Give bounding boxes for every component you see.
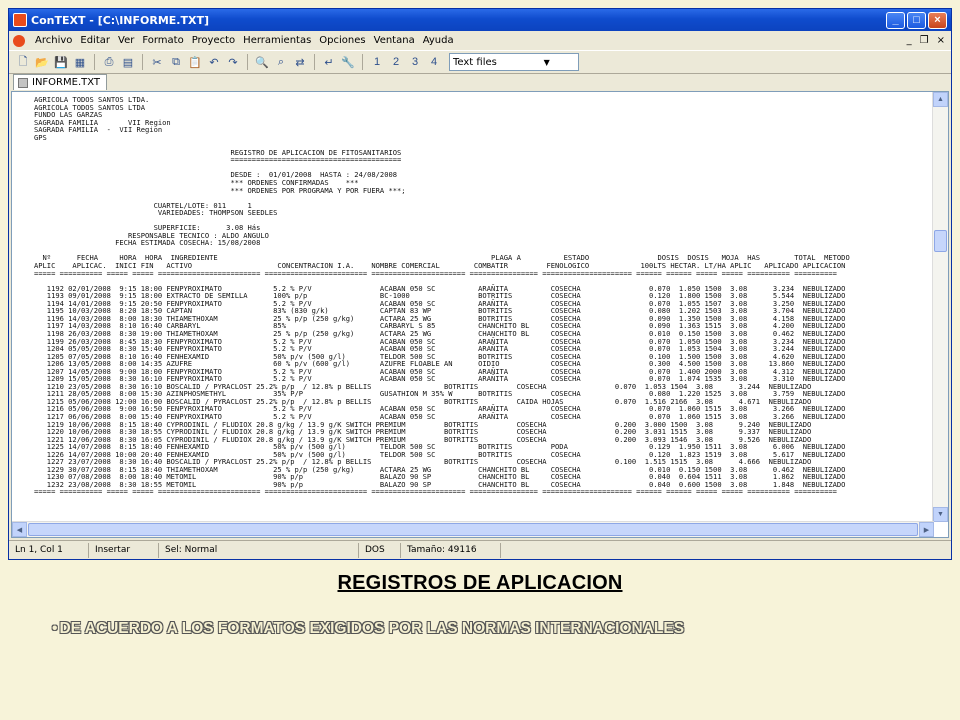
toolbar-separator	[362, 54, 363, 70]
document-menu-icon[interactable]	[13, 34, 25, 47]
paste-icon[interactable]: 📋	[187, 54, 203, 70]
bullet-mark: •	[52, 620, 58, 637]
toolbar-separator	[314, 54, 315, 70]
cursor-position: Ln 1, Col 1	[9, 542, 89, 558]
tools-icon[interactable]: 🔧	[340, 54, 356, 70]
selection-mode: Sel: Normal	[159, 542, 359, 558]
document-line: VARIEDADES: THOMPSON SEEDLES	[34, 208, 278, 218]
document-line: GPS	[34, 132, 47, 142]
app-icon	[13, 13, 27, 27]
app-window: ConTEXT - [C:\INFORME.TXT] _ □ × Archivo…	[8, 8, 952, 560]
slide-bullet: • DE ACUERDO A LOS FORMATOS EXIGIDOS POR …	[52, 620, 684, 638]
replace-icon[interactable]: ⇄	[292, 54, 308, 70]
document-text[interactable]: AGRICOLA TODOS SANTOS LTDA. AGRICOLA TODO…	[34, 96, 932, 522]
file-type-select[interactable]: Text files ▼	[449, 53, 579, 71]
highlighter-4-icon[interactable]: 4	[426, 54, 442, 70]
save-icon[interactable]: 💾	[53, 54, 69, 70]
print-preview-icon[interactable]: ▤	[120, 54, 136, 70]
tab-label: INFORME.TXT	[32, 77, 101, 88]
menu-ver[interactable]: Ver	[114, 35, 138, 46]
document-tabs: INFORME.TXT	[9, 74, 951, 90]
cut-icon[interactable]: ✂	[149, 54, 165, 70]
status-bar: Ln 1, Col 1 Insertar Sel: Normal DOS Tam…	[9, 540, 951, 559]
toolbar-separator	[142, 54, 143, 70]
document-line: SAGRADA FAMILIA VII Region	[34, 117, 171, 127]
mdi-minimize-button[interactable]: _	[907, 35, 912, 46]
slide-heading: REGISTROS DE APLICACION	[337, 572, 623, 594]
redo-icon[interactable]: ↷	[225, 54, 241, 70]
scroll-left-icon[interactable]: ◀	[12, 522, 27, 537]
file-size: Tamaño: 49116	[401, 542, 501, 558]
menu-formato[interactable]: Formato	[138, 35, 187, 46]
line-ending-format: DOS	[359, 542, 401, 558]
mdi-restore-button[interactable]: ❐	[920, 35, 929, 46]
toolbar-separator	[247, 54, 248, 70]
text-file-icon	[18, 77, 28, 88]
toolbar: 🗋 📂 💾 ▦ ⎙ ▤ ✂ ⧉ 📋 ↶ ↷ 🔍 ⌕ ⇄ ↵ 🔧 1 2 3 4 …	[9, 50, 951, 74]
open-folder-icon[interactable]: 📂	[34, 54, 50, 70]
menu-herramientas[interactable]: Herramientas	[239, 35, 315, 46]
document-line: SAGRADA FAMILIA - VII Region	[34, 125, 163, 135]
minimize-button[interactable]: _	[886, 11, 905, 29]
horizontal-scroll-thumb[interactable]	[28, 523, 918, 536]
menu-opciones[interactable]: Opciones	[315, 35, 369, 46]
menu-ventana[interactable]: Ventana	[370, 35, 419, 46]
horizontal-scrollbar[interactable]: ◀ ▶	[12, 521, 934, 537]
document-line: ===== ========== ===== ===== ===========…	[34, 487, 837, 497]
menu-archivo[interactable]: Archivo	[31, 35, 76, 46]
menu-bar: Archivo Editar Ver Formato Proyecto Herr…	[9, 31, 951, 50]
window-title: ConTEXT - [C:\INFORME.TXT]	[31, 13, 209, 27]
copy-icon[interactable]: ⧉	[168, 54, 184, 70]
document-line: FECHA ESTIMADA COSECHA: 15/08/2008	[34, 238, 261, 248]
menu-ayuda[interactable]: Ayuda	[419, 35, 458, 46]
new-file-icon[interactable]: 🗋	[15, 54, 31, 70]
menu-editar[interactable]: Editar	[76, 35, 114, 46]
document-line: ========================================	[34, 155, 402, 165]
highlighter-3-icon[interactable]: 3	[407, 54, 423, 70]
tab-informe[interactable]: INFORME.TXT	[13, 74, 108, 90]
highlighter-2-icon[interactable]: 2	[388, 54, 404, 70]
menu-proyecto[interactable]: Proyecto	[188, 35, 239, 46]
insert-mode: Insertar	[89, 542, 159, 558]
toolbar-separator	[94, 54, 95, 70]
document-line: ===== ========== ===== ===== ===========…	[34, 268, 837, 278]
save-all-icon[interactable]: ▦	[72, 54, 88, 70]
file-type-value: Text files	[453, 56, 497, 68]
find-icon[interactable]: 🔍	[254, 54, 270, 70]
close-button[interactable]: ×	[928, 11, 947, 29]
print-icon[interactable]: ⎙	[101, 54, 117, 70]
document-line: *** ORDENES POR PROGRAMA Y POR FUERA ***…	[34, 185, 406, 195]
scroll-up-icon[interactable]: ▲	[933, 92, 948, 107]
mdi-close-button[interactable]: ×	[937, 35, 945, 46]
document-line: AGRICOLA TODOS SANTOS LTDA	[34, 102, 146, 112]
document-line: AGRICOLA TODOS SANTOS LTDA.	[34, 96, 150, 104]
word-wrap-icon[interactable]: ↵	[321, 54, 337, 70]
chevron-down-icon[interactable]: ▼	[516, 58, 579, 67]
highlighter-1-icon[interactable]: 1	[369, 54, 385, 70]
text-editor[interactable]: AGRICOLA TODOS SANTOS LTDA. AGRICOLA TODO…	[11, 91, 949, 538]
vertical-scrollbar[interactable]: ▲ ▼	[932, 92, 948, 522]
vertical-scroll-thumb[interactable]	[934, 230, 947, 252]
maximize-button[interactable]: □	[907, 11, 926, 29]
title-bar[interactable]: ConTEXT - [C:\INFORME.TXT] _ □ ×	[9, 9, 951, 31]
undo-icon[interactable]: ↶	[206, 54, 222, 70]
mdi-controls: _ ❐ ×	[907, 35, 951, 46]
scroll-down-icon[interactable]: ▼	[933, 507, 948, 522]
bullet-text: DE ACUERDO A LOS FORMATOS EXIGIDOS POR L…	[59, 620, 685, 637]
find-next-icon[interactable]: ⌕	[273, 54, 289, 70]
scroll-right-icon[interactable]: ▶	[919, 522, 934, 537]
